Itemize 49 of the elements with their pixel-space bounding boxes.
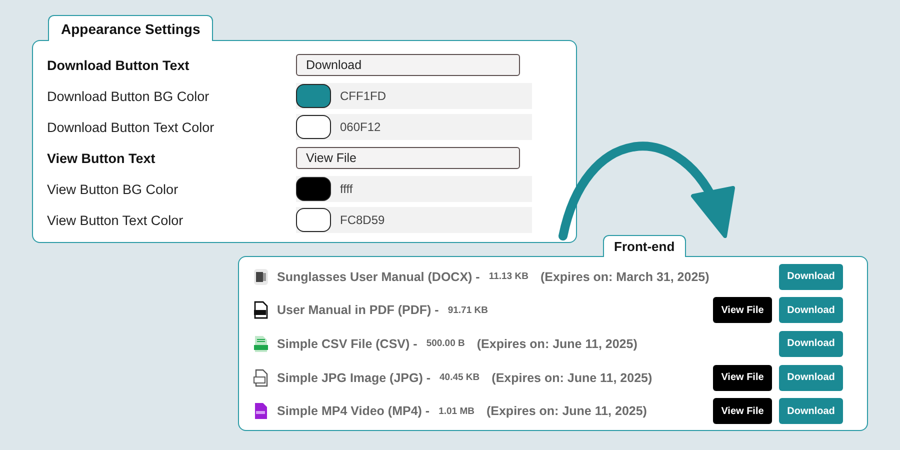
file-name[interactable]: Simple JPG Image (JPG) - xyxy=(277,370,431,385)
color-value: CFF1FD xyxy=(340,89,386,103)
expiry-date: (Expires on: June 11, 2025) xyxy=(486,404,647,418)
pdf-file-icon xyxy=(253,301,269,320)
download-button[interactable]: Download xyxy=(779,364,843,391)
color-field[interactable]: 060F12 xyxy=(296,114,532,140)
view-file-button[interactable]: View File xyxy=(713,364,772,391)
file-name[interactable]: Simple MP4 Video (MP4) - xyxy=(277,404,430,418)
setting-label: View Button Text xyxy=(47,150,156,166)
setting-label: Download Button BG Color xyxy=(47,88,210,104)
color-value: ffff xyxy=(340,182,353,196)
color-value: 060F12 xyxy=(340,120,381,134)
view-file-button[interactable]: View File xyxy=(713,297,772,324)
docx-file-icon xyxy=(253,268,269,286)
expiry-date: (Expires on: March 31, 2025) xyxy=(540,270,710,284)
expiry-date: (Expires on: June 11, 2025) xyxy=(492,370,652,385)
download-button[interactable]: Download xyxy=(779,398,843,424)
csv-file-icon xyxy=(253,334,269,353)
file-name[interactable]: Sunglasses User Manual (DOCX) - xyxy=(277,270,480,284)
expiry-date: (Expires on: June 11, 2025) xyxy=(476,336,638,351)
download-button[interactable]: Download xyxy=(779,330,843,357)
download-button[interactable]: Download xyxy=(779,297,843,324)
frontend-tab[interactable]: Front-end xyxy=(603,235,686,257)
jpg-file-icon xyxy=(253,368,269,387)
setting-label: Download Button Text xyxy=(47,58,190,72)
setting-label: View Button BG Color xyxy=(47,182,180,196)
color-swatch[interactable] xyxy=(296,208,331,232)
color-swatch[interactable] xyxy=(296,115,331,139)
file-size: 11.13 KB xyxy=(488,271,528,282)
setting-label: Download Button Text Color xyxy=(47,120,216,134)
color-field[interactable]: CFF1FD xyxy=(296,83,532,109)
view-file-button[interactable]: View File xyxy=(713,398,772,424)
color-value: FC8D59 xyxy=(340,213,385,227)
color-field[interactable]: FC8D59 xyxy=(296,207,532,233)
color-swatch[interactable] xyxy=(296,84,331,108)
download-button[interactable]: Download xyxy=(779,264,843,290)
file-size: 1.01 MB xyxy=(438,406,474,417)
file-name[interactable]: Simple CSV File (CSV) - xyxy=(277,336,418,351)
setting-label: View Button Text Color xyxy=(47,212,184,228)
file-size: 91.71 KB xyxy=(448,304,488,316)
text-field[interactable]: Download xyxy=(296,54,520,76)
color-field[interactable]: ffff xyxy=(296,176,532,202)
file-name[interactable]: User Manual in PDF (PDF) - xyxy=(277,303,439,318)
settings-tab[interactable]: Appearance Settings xyxy=(48,15,214,41)
text-field[interactable]: View File xyxy=(296,147,520,169)
mp4-file-icon xyxy=(253,402,269,420)
file-size: 40.45 KB xyxy=(440,372,480,384)
color-swatch[interactable] xyxy=(296,177,331,201)
file-size: 500.00 B xyxy=(426,338,465,350)
